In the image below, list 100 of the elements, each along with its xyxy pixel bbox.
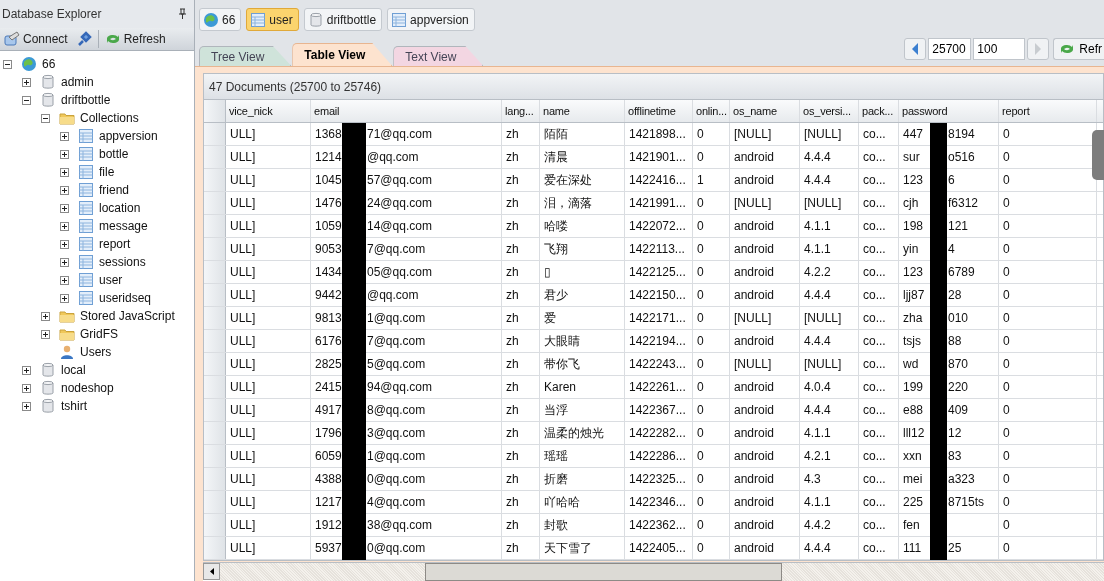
refresh-button[interactable]: Refresh bbox=[102, 30, 168, 48]
breadcrumb-tab[interactable]: appversion bbox=[387, 8, 475, 31]
expand-icon[interactable] bbox=[60, 185, 69, 195]
connect-button[interactable]: Connect bbox=[2, 30, 70, 48]
table-cell: 9053 bbox=[315, 242, 343, 257]
table-cell: zh bbox=[502, 330, 540, 353]
tree-item[interactable]: tshirt bbox=[59, 399, 89, 413]
view-tab[interactable]: Table View bbox=[292, 43, 393, 66]
row-header[interactable] bbox=[204, 468, 226, 491]
row-header[interactable] bbox=[204, 514, 226, 537]
row-header[interactable] bbox=[204, 284, 226, 307]
row-header[interactable] bbox=[204, 445, 226, 468]
table-cell: Karen bbox=[540, 376, 625, 399]
row-header[interactable] bbox=[204, 215, 226, 238]
column-header[interactable]: pack... bbox=[859, 100, 899, 123]
breadcrumb-tab[interactable]: driftbottle bbox=[303, 8, 383, 31]
tree-item[interactable]: user bbox=[97, 273, 125, 287]
table-cell: 0 bbox=[999, 491, 1097, 514]
table-cell-text: yin bbox=[903, 242, 920, 257]
skip-field[interactable]: 25700 bbox=[928, 38, 972, 60]
tree-item[interactable]: appversion bbox=[97, 129, 160, 143]
expand-icon[interactable] bbox=[41, 329, 50, 339]
tree-item[interactable]: message bbox=[97, 219, 150, 233]
tree-item[interactable]: bottle bbox=[97, 147, 131, 161]
column-header[interactable]: os_versi... bbox=[800, 100, 859, 123]
expand-icon[interactable] bbox=[60, 203, 69, 213]
tree-item[interactable]: Stored JavaScript bbox=[78, 309, 177, 323]
collapse-icon[interactable] bbox=[41, 113, 50, 123]
tree-item[interactable]: file bbox=[97, 165, 117, 179]
column-header[interactable]: lang... bbox=[502, 100, 540, 123]
expand-icon[interactable] bbox=[60, 149, 69, 159]
limit-field[interactable]: 100 bbox=[973, 38, 1026, 60]
column-header[interactable]: report bbox=[999, 100, 1097, 123]
table-cell: ULL] bbox=[226, 445, 311, 468]
row-header[interactable] bbox=[204, 123, 226, 146]
tree-item[interactable]: Collections bbox=[78, 111, 141, 125]
expand-icon[interactable] bbox=[22, 77, 31, 87]
view-tab[interactable]: Tree View bbox=[199, 46, 292, 66]
row-header[interactable] bbox=[204, 261, 226, 284]
scroll-left-button[interactable] bbox=[203, 563, 220, 581]
column-header[interactable]: offlinetime bbox=[625, 100, 693, 123]
row-header[interactable] bbox=[204, 146, 226, 169]
row-header[interactable] bbox=[204, 353, 226, 376]
next-page-button[interactable] bbox=[1027, 38, 1050, 60]
scrollbar-thumb[interactable] bbox=[425, 563, 782, 581]
table-cell: 1 bbox=[693, 169, 730, 192]
expand-icon[interactable] bbox=[41, 311, 50, 321]
tree-item[interactable]: admin bbox=[59, 75, 96, 89]
breadcrumb-tab[interactable]: 66 bbox=[199, 8, 242, 31]
column-header[interactable]: os_name bbox=[730, 100, 800, 123]
expand-icon[interactable] bbox=[60, 239, 69, 249]
table-cell: 8@qq.com bbox=[367, 403, 426, 418]
expand-icon[interactable] bbox=[22, 383, 31, 393]
column-header[interactable]: password bbox=[899, 100, 999, 123]
column-header[interactable]: name bbox=[540, 100, 625, 123]
tree-item[interactable]: 66 bbox=[40, 57, 58, 71]
row-header[interactable] bbox=[204, 169, 226, 192]
row-header[interactable] bbox=[204, 376, 226, 399]
column-header[interactable]: onlin... bbox=[693, 100, 730, 123]
expand-icon[interactable] bbox=[60, 167, 69, 177]
view-tab[interactable]: Text View bbox=[393, 46, 484, 66]
expand-icon[interactable] bbox=[22, 401, 31, 411]
table-cell: ULL] bbox=[226, 330, 311, 353]
row-header[interactable] bbox=[204, 399, 226, 422]
tree-item[interactable]: report bbox=[97, 237, 133, 251]
collapse-icon[interactable] bbox=[22, 95, 31, 105]
tree-item[interactable]: location bbox=[97, 201, 143, 215]
collapse-icon[interactable] bbox=[3, 59, 12, 69]
tree-item[interactable]: driftbottle bbox=[59, 93, 113, 107]
tree-item[interactable]: local bbox=[59, 363, 88, 377]
column-header[interactable]: email bbox=[311, 100, 502, 123]
table-cell: co... bbox=[859, 146, 899, 169]
expand-icon[interactable] bbox=[60, 275, 69, 285]
expand-icon[interactable] bbox=[60, 293, 69, 303]
row-header[interactable] bbox=[204, 238, 226, 261]
tree-item[interactable]: GridFS bbox=[78, 327, 120, 341]
refresh-button[interactable]: Refr bbox=[1053, 38, 1104, 60]
tree-item[interactable]: useridseq bbox=[97, 291, 154, 305]
tree-item[interactable]: sessions bbox=[97, 255, 148, 269]
expand-icon[interactable] bbox=[60, 221, 69, 231]
expand-icon[interactable] bbox=[22, 365, 31, 375]
tree-item[interactable]: friend bbox=[97, 183, 132, 197]
tree-item[interactable]: nodeshop bbox=[59, 381, 116, 395]
right-arrow-icon bbox=[1033, 42, 1044, 56]
row-header[interactable] bbox=[204, 330, 226, 353]
row-header[interactable] bbox=[204, 422, 226, 445]
row-header[interactable] bbox=[204, 192, 226, 215]
expand-icon[interactable] bbox=[60, 257, 69, 267]
table-icon bbox=[78, 146, 94, 162]
table-cell: 0 bbox=[999, 192, 1097, 215]
previous-page-button[interactable] bbox=[904, 38, 927, 60]
expand-icon[interactable] bbox=[60, 131, 69, 141]
tree-item[interactable]: Users bbox=[78, 345, 114, 359]
column-header[interactable]: vice_nick bbox=[226, 100, 311, 123]
row-header[interactable] bbox=[204, 307, 226, 330]
table-cell: ULL] bbox=[226, 123, 311, 146]
breadcrumb-tab[interactable]: user bbox=[246, 8, 299, 31]
table-cell: 6 bbox=[948, 173, 955, 188]
row-header[interactable] bbox=[204, 491, 226, 514]
corner-header[interactable] bbox=[204, 100, 226, 123]
